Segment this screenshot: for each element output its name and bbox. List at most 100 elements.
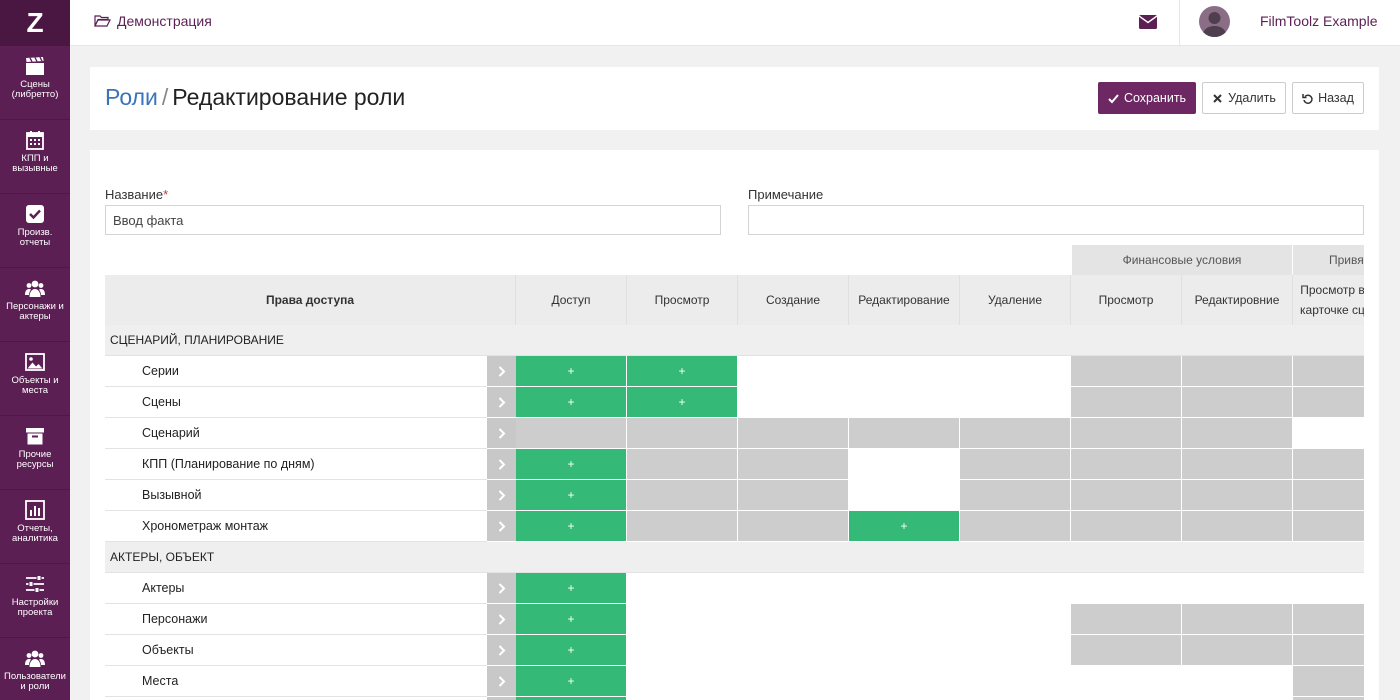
roles-breadcrumb-link[interactable]: Роли bbox=[105, 84, 158, 110]
permission-cell[interactable]: - bbox=[738, 666, 849, 697]
permission-cell[interactable] bbox=[1293, 356, 1364, 387]
permission-cell[interactable] bbox=[1293, 511, 1364, 542]
permission-cell[interactable] bbox=[1293, 480, 1364, 511]
permission-cell[interactable] bbox=[1182, 356, 1293, 387]
permission-cell[interactable] bbox=[1293, 604, 1364, 635]
permission-cell[interactable]: - bbox=[849, 356, 960, 387]
permission-cell[interactable] bbox=[960, 511, 1071, 542]
permission-cell[interactable]: - bbox=[627, 604, 738, 635]
note-input[interactable] bbox=[748, 205, 1364, 235]
permission-cell[interactable] bbox=[1293, 635, 1364, 666]
permission-cell[interactable]: - bbox=[1182, 666, 1293, 697]
permission-cell[interactable] bbox=[960, 449, 1071, 480]
permission-cell[interactable]: - bbox=[627, 635, 738, 666]
permission-cell[interactable]: - bbox=[960, 573, 1071, 604]
permission-cell[interactable] bbox=[627, 511, 738, 542]
permission-cell[interactable]: - bbox=[960, 635, 1071, 666]
back-button[interactable]: Назад bbox=[1292, 82, 1364, 114]
permission-cell[interactable]: + bbox=[516, 604, 627, 635]
permission-cell[interactable] bbox=[1071, 511, 1182, 542]
permission-cell[interactable]: - bbox=[960, 666, 1071, 697]
permission-cell[interactable]: - bbox=[849, 387, 960, 418]
permission-cell[interactable]: - bbox=[738, 635, 849, 666]
permission-cell[interactable]: + bbox=[627, 387, 738, 418]
project-breadcrumb[interactable]: Демонстрация bbox=[94, 13, 212, 29]
permission-cell[interactable]: - bbox=[627, 573, 738, 604]
permission-cell[interactable] bbox=[1071, 480, 1182, 511]
expand-row-button[interactable] bbox=[487, 573, 516, 604]
permission-cell[interactable]: - bbox=[738, 573, 849, 604]
permission-cell[interactable] bbox=[627, 449, 738, 480]
permission-cell[interactable] bbox=[738, 480, 849, 511]
permission-cell[interactable] bbox=[1182, 511, 1293, 542]
permission-cell[interactable]: + bbox=[627, 356, 738, 387]
expand-row-button[interactable] bbox=[487, 449, 516, 480]
permission-cell[interactable]: + bbox=[516, 449, 627, 480]
permission-cell[interactable] bbox=[849, 418, 960, 449]
permission-cell[interactable] bbox=[1071, 356, 1182, 387]
permission-cell[interactable]: - bbox=[849, 480, 960, 511]
expand-row-button[interactable] bbox=[487, 480, 516, 511]
permission-cell[interactable]: - bbox=[1182, 573, 1293, 604]
permission-cell[interactable]: - bbox=[738, 387, 849, 418]
expand-row-button[interactable] bbox=[487, 387, 516, 418]
permission-cell[interactable] bbox=[738, 511, 849, 542]
permission-cell[interactable] bbox=[1182, 387, 1293, 418]
expand-row-button[interactable] bbox=[487, 666, 516, 697]
permission-cell[interactable]: - bbox=[849, 604, 960, 635]
save-button[interactable]: Сохранить bbox=[1098, 82, 1196, 114]
permission-cell[interactable]: + bbox=[516, 666, 627, 697]
permission-cell[interactable]: + bbox=[516, 573, 627, 604]
name-input[interactable]: Ввод факта bbox=[105, 205, 721, 235]
permission-cell[interactable] bbox=[738, 449, 849, 480]
permission-cell[interactable]: + bbox=[516, 480, 627, 511]
permission-cell[interactable]: - bbox=[738, 356, 849, 387]
permission-cell[interactable]: - bbox=[849, 666, 960, 697]
permission-cell[interactable] bbox=[1071, 387, 1182, 418]
permission-cell[interactable] bbox=[1182, 418, 1293, 449]
permission-cell[interactable]: - bbox=[627, 666, 738, 697]
sidebar-item-7[interactable]: Настройки проекта bbox=[0, 564, 70, 638]
permission-cell[interactable]: - bbox=[960, 356, 1071, 387]
permission-cell[interactable] bbox=[1182, 635, 1293, 666]
user-name[interactable]: FilmToolz Example bbox=[1260, 13, 1377, 29]
expand-row-button[interactable] bbox=[487, 635, 516, 666]
permission-cell[interactable]: - bbox=[849, 449, 960, 480]
permission-cell[interactable]: - bbox=[960, 387, 1071, 418]
app-logo[interactable]: Z bbox=[0, 0, 70, 46]
permission-cell[interactable]: + bbox=[516, 511, 627, 542]
permission-cell[interactable]: - bbox=[849, 635, 960, 666]
permission-cell[interactable]: + bbox=[516, 356, 627, 387]
permission-cell[interactable] bbox=[1293, 666, 1364, 697]
permission-cell[interactable] bbox=[1071, 449, 1182, 480]
user-avatar[interactable] bbox=[1199, 6, 1230, 37]
expand-row-button[interactable] bbox=[487, 604, 516, 635]
permission-cell[interactable]: - bbox=[1293, 418, 1364, 449]
permission-cell[interactable] bbox=[960, 480, 1071, 511]
permission-cell[interactable] bbox=[960, 418, 1071, 449]
delete-button[interactable]: Удалить bbox=[1202, 82, 1286, 114]
sidebar-item-8[interactable]: Пользователи и роли bbox=[0, 638, 70, 700]
permission-cell[interactable]: + bbox=[849, 511, 960, 542]
sidebar-item-0[interactable]: Сцены (либретто) bbox=[0, 46, 70, 120]
permission-cell[interactable] bbox=[1182, 449, 1293, 480]
sidebar-item-1[interactable]: КПП и вызывные bbox=[0, 120, 70, 194]
permission-cell[interactable]: - bbox=[1293, 573, 1364, 604]
expand-row-button[interactable] bbox=[487, 511, 516, 542]
permission-cell[interactable] bbox=[1293, 387, 1364, 418]
permission-cell[interactable]: - bbox=[1071, 666, 1182, 697]
permission-cell[interactable]: - bbox=[1071, 573, 1182, 604]
sidebar-item-2[interactable]: Произв. отчеты bbox=[0, 194, 70, 268]
permission-cell[interactable] bbox=[1071, 418, 1182, 449]
sidebar-item-5[interactable]: Прочие ресурсы bbox=[0, 416, 70, 490]
permission-cell[interactable]: + bbox=[516, 635, 627, 666]
permission-cell[interactable] bbox=[1071, 604, 1182, 635]
permission-cell[interactable] bbox=[738, 418, 849, 449]
sidebar-item-6[interactable]: Отчеты, аналитика bbox=[0, 490, 70, 564]
envelope-icon[interactable] bbox=[1139, 15, 1157, 29]
permission-cell[interactable] bbox=[627, 418, 738, 449]
permission-cell[interactable] bbox=[627, 480, 738, 511]
expand-row-button[interactable] bbox=[487, 356, 516, 387]
permission-cell[interactable] bbox=[1071, 635, 1182, 666]
permission-cell[interactable] bbox=[1182, 480, 1293, 511]
